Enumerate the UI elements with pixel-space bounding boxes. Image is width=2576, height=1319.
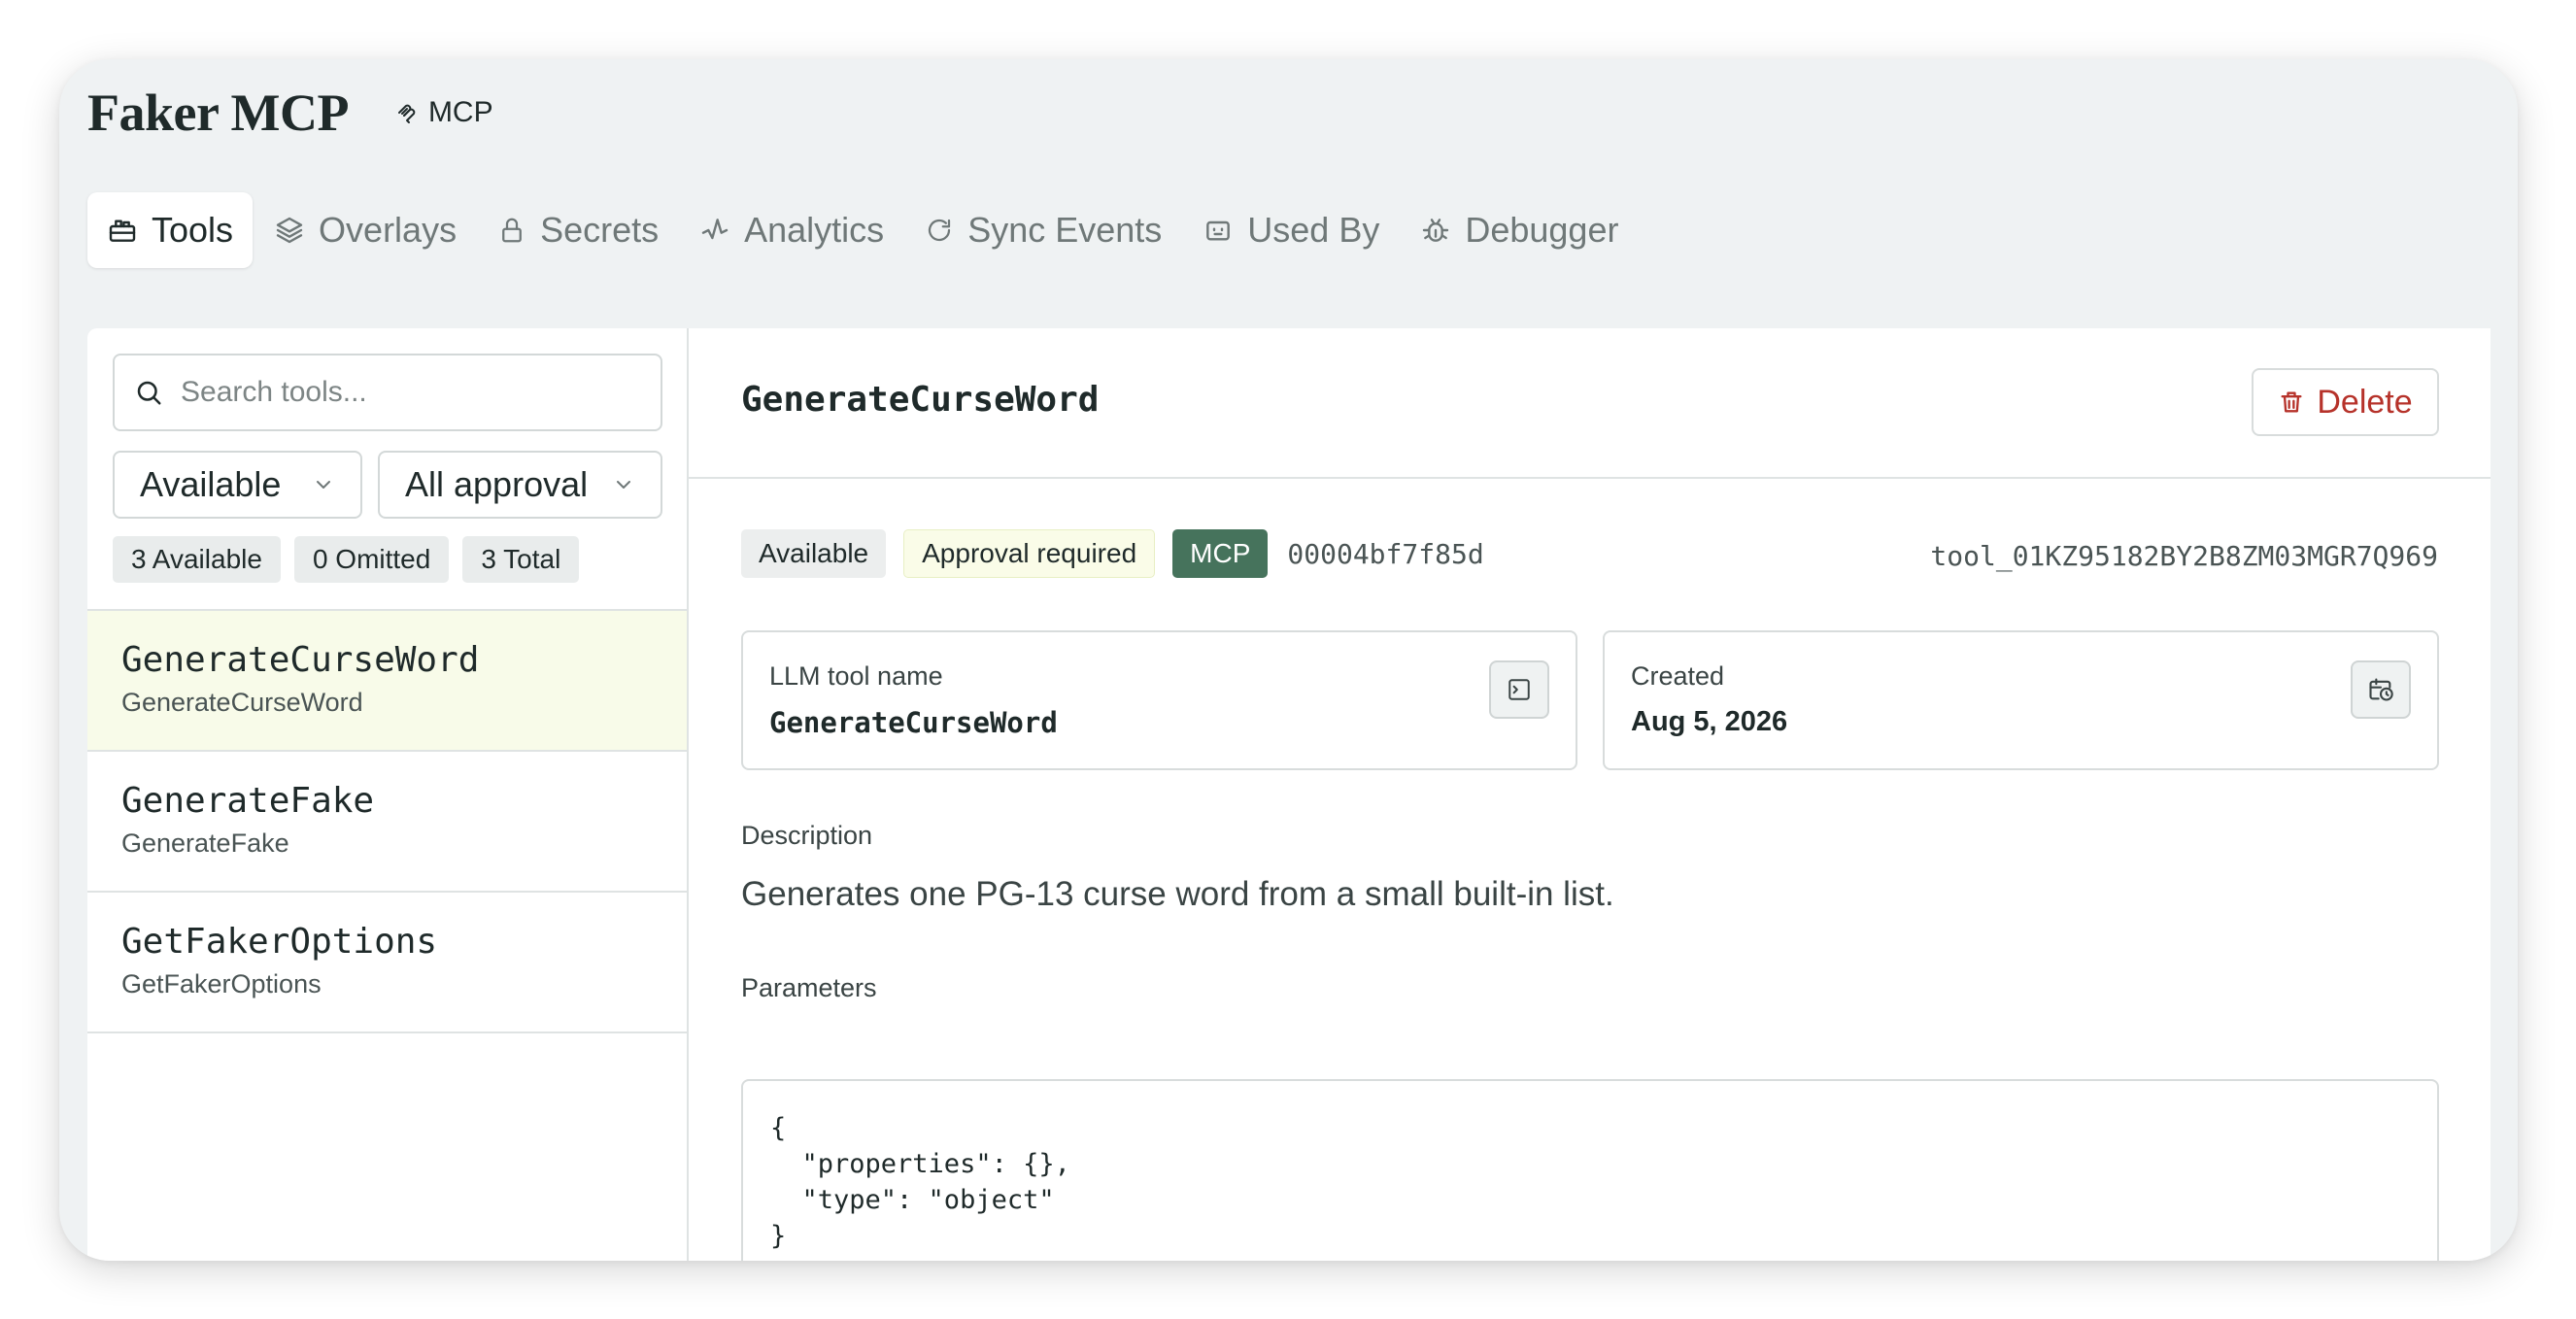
bug-icon — [1423, 219, 1449, 242]
description-text: Generates one PG-13 curse word from a sm… — [741, 875, 1614, 913]
tab-used-by[interactable]: Used By — [1183, 192, 1399, 268]
search-input[interactable] — [181, 376, 627, 409]
detail-title: GenerateCurseWord — [741, 380, 1100, 420]
tab-debugger[interactable]: Debugger — [1401, 192, 1638, 268]
tab-label: Debugger — [1465, 210, 1619, 250]
tool-list-item[interactable]: GenerateFake GenerateFake — [87, 752, 687, 893]
tab-overlays[interactable]: Overlays — [254, 192, 476, 268]
created-label: Created — [1631, 661, 1725, 691]
search-icon — [137, 381, 161, 405]
omitted-count-badge: 0 Omitted — [293, 536, 450, 583]
availability-select[interactable]: Available — [113, 451, 362, 519]
tool-sidebar: Available All approval 3 Available 0 Omi… — [87, 328, 689, 1261]
source-badge: MCP — [1172, 529, 1269, 578]
tab-label: Secrets — [540, 210, 660, 250]
available-count-badge: 3 Available — [113, 536, 281, 583]
lock-icon — [502, 218, 522, 243]
llm-name-label: LLM tool name — [769, 661, 943, 691]
tab-tools[interactable]: Tools — [87, 192, 254, 268]
terminal-icon — [1508, 679, 1530, 700]
page-title: Faker MCP — [87, 84, 349, 142]
tool-list: GenerateCurseWord GenerateCurseWord Gene… — [87, 609, 687, 1033]
llm-name-card: LLM tool name GenerateCurseWord — [741, 630, 1577, 770]
tool-item-name: GetFakerOptions — [121, 922, 438, 962]
tab-label: Used By — [1247, 210, 1380, 250]
tab-sync-events[interactable]: Sync Events — [905, 192, 1181, 268]
tool-list-item[interactable]: GenerateCurseWord GenerateCurseWord — [87, 611, 687, 752]
tool-item-subtitle: GenerateFake — [121, 829, 289, 858]
parameters-json: { "properties": {}, "type": "object" } — [770, 1113, 1070, 1251]
tool-id: tool_01KZ95182BY2B8ZM03MGR7Q969 — [1930, 540, 2438, 572]
tool-item-name: GenerateFake — [121, 781, 375, 821]
mcp-tag: MCP — [395, 96, 493, 129]
tool-badges: Available Approval required MCP 00004bf7… — [741, 529, 1484, 578]
availability-select-value: Available — [140, 464, 282, 504]
calendar-clock-icon — [2369, 678, 2393, 701]
delete-button-label: Delete — [2317, 383, 2413, 421]
analytics-icon — [701, 219, 729, 240]
tool-item-subtitle: GenerateCurseWord — [121, 688, 363, 717]
mcp-tag-label: MCP — [427, 96, 493, 128]
tab-label: Overlays — [319, 210, 458, 250]
tab-bar: Tools Overlays Secrets Analytics Sync Ev… — [87, 192, 1640, 268]
app-window: Faker MCP MCP Tools Overlays Secrets Ana… — [59, 59, 2518, 1261]
mcp-icon — [397, 104, 416, 123]
tool-item-name: GenerateCurseWord — [121, 640, 480, 680]
status-badge: Available — [741, 529, 887, 578]
chevron-down-icon — [317, 481, 330, 489]
search-box — [113, 354, 662, 431]
total-count-badge: 3 Total — [462, 536, 580, 583]
parameters-label: Parameters — [741, 973, 877, 1002]
detail-header: GenerateCurseWord Delete — [689, 328, 2491, 479]
terminal-button[interactable] — [1489, 660, 1549, 719]
tool-item-subtitle: GetFakerOptions — [121, 969, 322, 998]
approval-select[interactable]: All approval — [378, 451, 662, 519]
tab-secrets[interactable]: Secrets — [478, 192, 678, 268]
toolbox-icon — [109, 220, 136, 242]
approval-badge: Approval required — [903, 529, 1156, 578]
calendar-clock-button[interactable] — [2351, 660, 2411, 719]
approval-select-value: All approval — [405, 464, 589, 504]
description-label: Description — [741, 821, 873, 850]
delete-button[interactable]: Delete — [2252, 368, 2439, 436]
header: Faker MCP MCP — [87, 79, 493, 147]
tool-counts: 3 Available 0 Omitted 3 Total — [113, 536, 593, 583]
chevron-down-icon — [617, 481, 630, 489]
layers-icon — [276, 217, 303, 244]
trash-icon — [2281, 391, 2302, 413]
tool-list-item[interactable]: GetFakerOptions GetFakerOptions — [87, 893, 687, 1033]
created-card: Created Aug 5, 2026 — [1603, 630, 2439, 770]
tab-label: Tools — [152, 210, 234, 250]
parameters-code-block: { "properties": {}, "type": "object" } — [741, 1079, 2439, 1261]
llm-name-value: GenerateCurseWord — [769, 706, 1058, 739]
tools-panel: Available All approval 3 Available 0 Omi… — [87, 328, 2491, 1261]
tab-label: Analytics — [744, 210, 885, 250]
refresh-icon — [929, 219, 951, 242]
created-value: Aug 5, 2026 — [1631, 706, 1788, 737]
tool-hash: 00004bf7f85d — [1287, 537, 1484, 570]
bot-icon — [1206, 220, 1231, 241]
tool-detail: GenerateCurseWord Delete Available Appro… — [689, 328, 2491, 1261]
tab-analytics[interactable]: Analytics — [680, 192, 903, 268]
tab-label: Sync Events — [967, 210, 1163, 250]
